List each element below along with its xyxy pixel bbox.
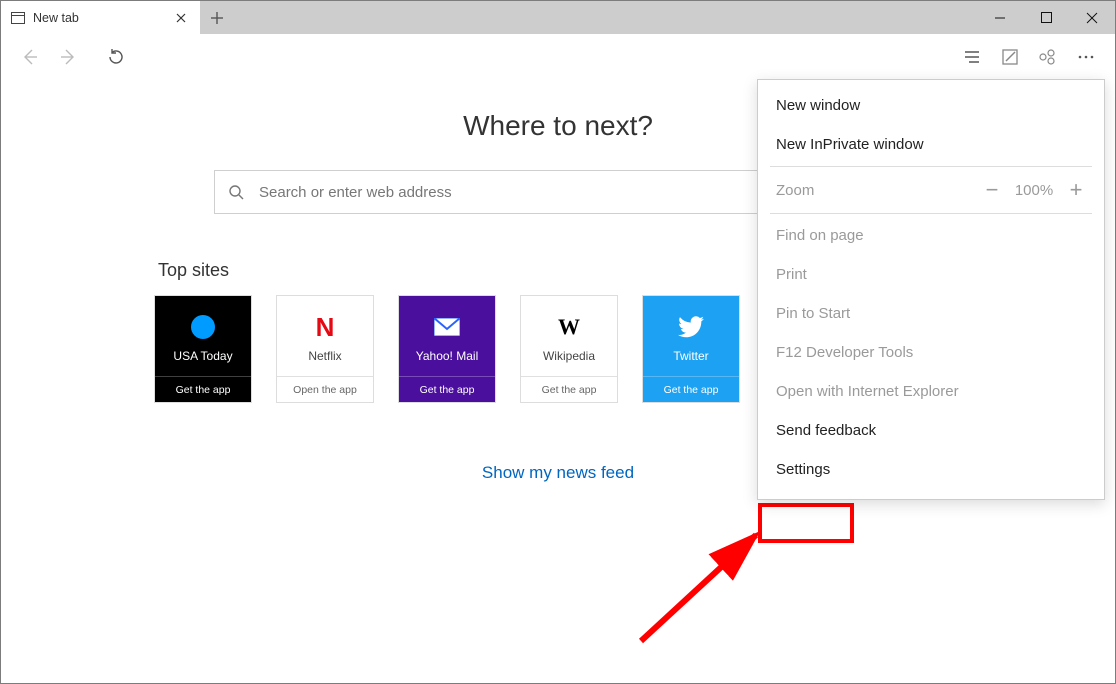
- menu-new-window[interactable]: New window: [758, 86, 1104, 125]
- menu-settings[interactable]: Settings: [758, 450, 1104, 489]
- annotation-arrow: [621, 521, 791, 651]
- close-tab-icon[interactable]: [172, 11, 190, 25]
- tile-wikipedia[interactable]: W Wikipedia Get the app: [520, 295, 618, 403]
- back-button[interactable]: [11, 38, 49, 76]
- more-button[interactable]: [1067, 38, 1105, 76]
- refresh-button[interactable]: [97, 38, 135, 76]
- forward-button[interactable]: [49, 38, 87, 76]
- zoom-value: 100%: [1008, 182, 1060, 199]
- menu-open-ie[interactable]: Open with Internet Explorer: [758, 372, 1104, 411]
- toolbar: [1, 34, 1115, 80]
- tile-yahoo-mail[interactable]: Yahoo! Mail Get the app: [398, 295, 496, 403]
- new-tab-button[interactable]: [200, 1, 234, 34]
- tile-label: Netflix: [304, 349, 345, 363]
- tile-sub: Get the app: [399, 376, 495, 402]
- tile-label: USA Today: [169, 349, 236, 363]
- wikipedia-icon: W: [558, 309, 580, 345]
- menu-separator: [770, 166, 1092, 167]
- web-note-button[interactable]: [991, 38, 1029, 76]
- menu-print[interactable]: Print: [758, 255, 1104, 294]
- mail-icon: [434, 309, 460, 345]
- window-controls: [977, 1, 1115, 34]
- search-icon: [228, 184, 244, 200]
- tile-sub: Open the app: [277, 376, 373, 402]
- twitter-icon: [678, 309, 704, 345]
- usa-today-icon: [191, 309, 215, 345]
- zoom-out-button[interactable]: −: [976, 177, 1008, 203]
- minimize-button[interactable]: [977, 1, 1023, 34]
- menu-pin[interactable]: Pin to Start: [758, 294, 1104, 333]
- netflix-icon: N: [316, 309, 335, 345]
- tab-strip: New tab: [1, 1, 1115, 34]
- zoom-in-button[interactable]: +: [1060, 177, 1092, 203]
- menu-devtools[interactable]: F12 Developer Tools: [758, 333, 1104, 372]
- page-icon: [11, 12, 25, 24]
- annotation-highlight: [758, 503, 854, 543]
- tile-usa-today[interactable]: USA Today Get the app: [154, 295, 252, 403]
- browser-window: New tab: [0, 0, 1116, 684]
- tile-label: Yahoo! Mail: [412, 349, 482, 363]
- menu-find[interactable]: Find on page: [758, 216, 1104, 255]
- reading-view-button[interactable]: [953, 38, 991, 76]
- maximize-button[interactable]: [1023, 1, 1069, 34]
- zoom-label: Zoom: [776, 182, 976, 199]
- close-window-button[interactable]: [1069, 1, 1115, 34]
- tile-sub: Get the app: [521, 376, 617, 402]
- menu-zoom-row: Zoom − 100% +: [758, 169, 1104, 211]
- tile-label: Wikipedia: [539, 349, 599, 363]
- tile-netflix[interactable]: N Netflix Open the app: [276, 295, 374, 403]
- tile-sub: Get the app: [155, 376, 251, 402]
- active-tab[interactable]: New tab: [1, 1, 200, 34]
- tile-sub: Get the app: [643, 376, 739, 402]
- tile-label: Twitter: [669, 349, 712, 363]
- share-button[interactable]: [1029, 38, 1067, 76]
- menu-feedback[interactable]: Send feedback: [758, 411, 1104, 450]
- menu-separator: [770, 213, 1092, 214]
- menu-new-inprivate[interactable]: New InPrivate window: [758, 125, 1104, 164]
- tab-title: New tab: [33, 11, 79, 25]
- tile-twitter[interactable]: Twitter Get the app: [642, 295, 740, 403]
- more-menu: New window New InPrivate window Zoom − 1…: [757, 79, 1105, 500]
